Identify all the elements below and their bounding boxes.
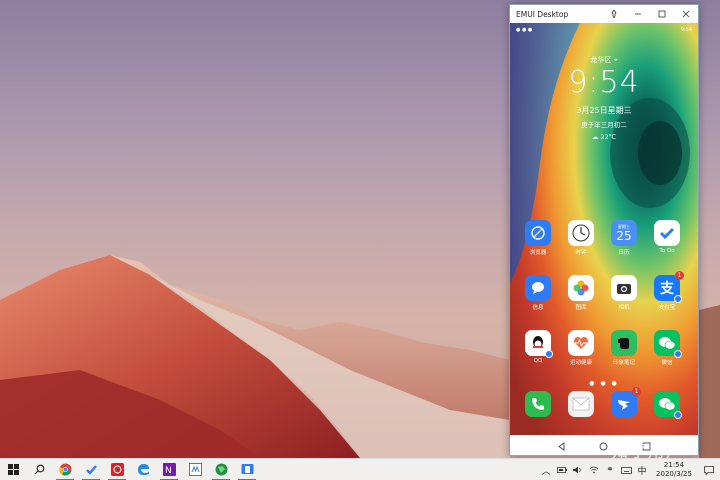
- shield-icon: [674, 295, 682, 303]
- wechat-icon: [654, 330, 682, 358]
- keyboard-icon[interactable]: [618, 459, 634, 480]
- netease-music-icon: [110, 463, 124, 476]
- ime-indicator[interactable]: 中: [634, 464, 650, 477]
- alipay-icon: 支 1: [654, 271, 684, 303]
- netease-music-button[interactable]: [104, 459, 130, 480]
- start-button[interactable]: [0, 459, 26, 480]
- app-wechat[interactable]: 微信: [652, 330, 682, 366]
- minimize-button[interactable]: [626, 5, 650, 23]
- dingtalk-icon: 1: [611, 387, 641, 417]
- weather-cloud-icon: ☁: [591, 133, 599, 141]
- maximize-button[interactable]: [650, 5, 674, 23]
- wifi-icon[interactable]: [586, 459, 602, 480]
- app-alipay[interactable]: 支 1 支付宝: [652, 271, 684, 311]
- shield-icon: [674, 411, 682, 419]
- chevron-up-icon[interactable]: ︿: [538, 459, 554, 480]
- notification-badge: 1: [675, 271, 684, 280]
- close-button[interactable]: [674, 5, 698, 23]
- svg-text:N: N: [165, 466, 172, 476]
- app-browser[interactable]: 浏览器: [523, 220, 553, 256]
- location-pin-icon: ⌖: [613, 56, 618, 64]
- edge-icon: [137, 464, 149, 475]
- window-titlebar[interactable]: EMUI Desktop: [510, 5, 698, 23]
- battery-icon[interactable]: [554, 459, 570, 480]
- dock-phone[interactable]: [523, 391, 553, 417]
- page-indicator: ● ● ●: [589, 380, 619, 387]
- search-icon: [34, 464, 44, 475]
- phone-icon: [525, 391, 551, 417]
- calendar-icon: 星期三 25: [611, 220, 637, 246]
- clock-time: 21:54: [663, 461, 685, 469]
- home-icon[interactable]: [599, 436, 608, 455]
- app-icon: [188, 463, 202, 476]
- status-bar: ● ● ● 9:54: [516, 27, 692, 35]
- window-title: EMUI Desktop: [516, 9, 569, 19]
- onenote-icon: N: [162, 463, 176, 476]
- maps-icon: [215, 463, 227, 476]
- onenote-button[interactable]: N: [156, 459, 182, 480]
- location-label: 龙华区 ⌖: [590, 56, 618, 64]
- phone-screen[interactable]: ● ● ● 9:54 龙华区 ⌖ 9:54 3月25日星期三 庚子年三月初二 ☁…: [510, 23, 698, 435]
- lockscreen-time: 9:54: [568, 65, 640, 100]
- date-label: 3月25日星期三: [576, 106, 632, 115]
- chrome-button[interactable]: [52, 459, 78, 480]
- back-icon[interactable]: [557, 436, 566, 455]
- clock-icon: [568, 220, 594, 246]
- status-time: 9:54: [680, 27, 692, 33]
- evernote-icon: [611, 330, 637, 356]
- emui-button[interactable]: [234, 459, 260, 480]
- clock-date: 2020/3/25: [656, 470, 692, 478]
- app-messages[interactable]: 信息: [523, 275, 553, 311]
- health-icon: [568, 330, 594, 356]
- windows-icon: [7, 464, 19, 475]
- dock-wechat[interactable]: [652, 391, 682, 419]
- app-evernote[interactable]: 印象笔记: [609, 330, 639, 366]
- app-todo[interactable]: To Do: [652, 220, 682, 254]
- dock-dingtalk[interactable]: 1: [609, 387, 641, 417]
- app-clock[interactable]: 时钟: [566, 220, 596, 256]
- app-calendar[interactable]: 星期三 25 日历: [609, 220, 639, 256]
- chrome-icon: [58, 463, 71, 476]
- todo-icon: [654, 220, 680, 246]
- notification-badge: 1: [632, 387, 641, 396]
- app-gallery[interactable]: 图库: [566, 275, 596, 311]
- edge-button[interactable]: [130, 459, 156, 480]
- lunar-date-label: 庚子年三月初二: [581, 121, 627, 129]
- app-health[interactable]: 运动健康: [566, 330, 596, 366]
- todo-taskbar-button[interactable]: [78, 459, 104, 480]
- maps-button[interactable]: [208, 459, 234, 480]
- weather-label: ☁ 22℃: [591, 133, 617, 141]
- emui-icon: [241, 464, 253, 474]
- taskbar-clock[interactable]: 21:54 2020/3/25: [650, 461, 698, 479]
- messages-icon: [525, 275, 551, 301]
- todo-icon: [85, 465, 97, 475]
- dock-mail[interactable]: [566, 391, 596, 417]
- app-qq[interactable]: QQ: [523, 330, 553, 364]
- qq-icon: [525, 330, 553, 358]
- search-button[interactable]: [26, 459, 52, 480]
- volume-icon[interactable]: [570, 459, 586, 480]
- emui-desktop-window: EMUI Desktop ● ● ● 9:54 龙华区 ⌖ 9:54 3月25日…: [509, 4, 699, 456]
- shield-icon: [674, 350, 682, 358]
- app-button[interactable]: [182, 459, 208, 480]
- pin-icon[interactable]: [602, 5, 626, 23]
- browser-icon: [525, 220, 551, 246]
- mail-icon: [568, 391, 594, 417]
- system-tray: ︿ ⚭ 中 21:54 2020/3/25: [538, 459, 720, 480]
- app-camera[interactable]: 相机: [609, 275, 639, 311]
- camera-icon: [611, 275, 637, 301]
- gallery-icon: [568, 275, 594, 301]
- wechat-icon: [654, 391, 682, 419]
- watermark: 知乎用户: [612, 442, 685, 461]
- link-icon[interactable]: ⚭: [602, 459, 618, 480]
- status-left: ● ● ●: [516, 27, 533, 33]
- notification-icon[interactable]: [698, 459, 720, 480]
- shield-icon: [545, 350, 553, 358]
